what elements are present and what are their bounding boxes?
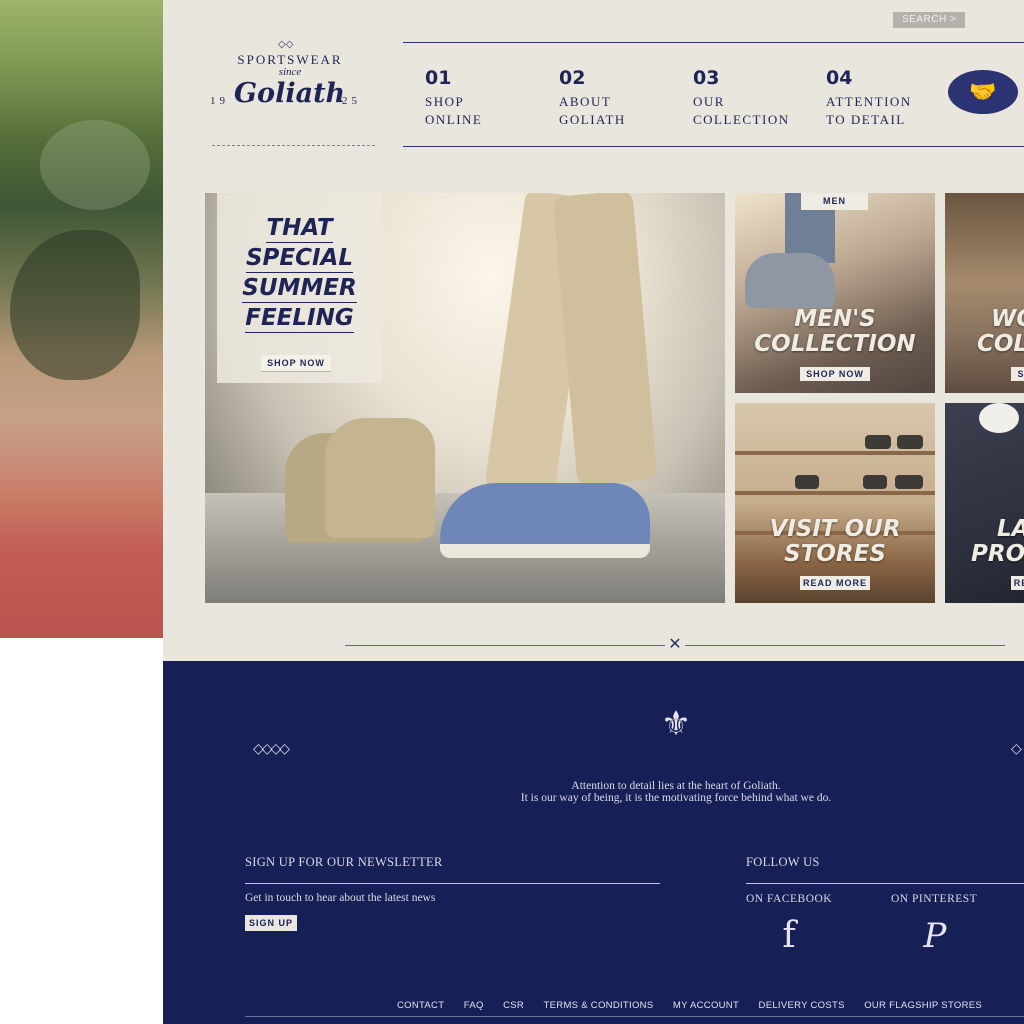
tile-visit-our-stores[interactable]: VISIT OUR STORES READ MORE (735, 403, 935, 603)
section-divider (685, 645, 1005, 646)
newsletter-text: Get in touch to hear about the latest ne… (245, 892, 436, 904)
hero-sneaker-beige (325, 418, 435, 538)
diamond-ornament-icon: ◇◇ (278, 39, 294, 50)
footer-links: CONTACT FAQ CSR TERMS & CONDITIONS MY AC… (397, 995, 997, 1013)
tile-title: LA (997, 516, 1024, 542)
footer-link-flagship-stores[interactable]: OUR FLAGSHIP STORES (864, 1000, 982, 1011)
hero-shop-now-button[interactable]: SHOP NOW (261, 355, 331, 371)
store-shelf (735, 491, 935, 495)
goliath-logo[interactable]: ◇◇ SPORTSWEAR since Goliath 19 25 (210, 40, 370, 130)
nav-item-attention-to-detail[interactable]: 04 ATTENTION TO DETAIL (826, 66, 946, 129)
sneaker-sole (440, 544, 650, 558)
sign-up-button[interactable]: SIGN UP (245, 915, 297, 931)
footer: ⚜ ◇◇◇◇ ◇ Attention to detail lies at the… (163, 661, 1024, 1024)
tile-title: WO (991, 306, 1024, 332)
nav-number: 02 (559, 67, 586, 89)
stores-read-more-button[interactable]: READ MORE (800, 576, 870, 590)
store-shoe (863, 475, 887, 489)
women-shop-now-button[interactable]: S (1011, 367, 1024, 381)
store-shoe (865, 435, 891, 449)
nav-divider-bottom (403, 146, 1024, 147)
facebook-icon[interactable]: f (775, 916, 803, 956)
nav-label: SHOP ONLINE (425, 94, 483, 127)
hero-headline: THAT SPECIAL SUMMER FEELING (217, 213, 382, 333)
footer-tagline: Attention to detail lies at the heart of… (520, 780, 832, 804)
nav-number: 03 (693, 67, 720, 89)
promo-read-more-button[interactable]: RE (1011, 576, 1024, 590)
footer-link-terms[interactable]: TERMS & CONDITIONS (544, 1000, 654, 1011)
footer-link-my-account[interactable]: MY ACCOUNT (673, 1000, 739, 1011)
store-shoe (895, 475, 923, 489)
section-divider (345, 645, 665, 646)
footer-bottom-divider (245, 1016, 1024, 1017)
hero-banner[interactable]: THAT SPECIAL SUMMER FEELING SHOP NOW (205, 193, 725, 603)
nav-label: ABOUT GOLIATH (559, 94, 626, 127)
nav-label: OUR COLLECTION (693, 94, 790, 127)
footer-link-csr[interactable]: CSR (503, 1000, 524, 1011)
diamond-ornament-icon: ◇◇◇◇ (253, 740, 290, 756)
nav-item-our-collection[interactable]: 03 OUR COLLECTION (693, 66, 813, 129)
store-shelf (735, 451, 935, 455)
logo-year-left: 19 (210, 95, 229, 107)
nav-number: 01 (425, 67, 452, 89)
tile-title: COLLECTION (754, 331, 916, 357)
follow-us-title: FOLLOW US (746, 855, 820, 869)
footer-link-delivery-costs[interactable]: DELIVERY COSTS (759, 1000, 845, 1011)
hero-headline-line: SPECIAL (245, 245, 354, 273)
pinterest-label[interactable]: ON PINTEREST (891, 893, 977, 905)
diamond-ornament-icon: ◇ (1011, 740, 1022, 756)
nav-divider-top (403, 42, 1024, 43)
tile-promotions[interactable]: LA PROM RE (945, 403, 1024, 603)
logo-year-right: 25 (342, 95, 361, 107)
tile-mens-collection[interactable]: MEN MEN'S COLLECTION SHOP NOW (735, 193, 935, 393)
hero-headline-line: SUMMER (242, 275, 357, 303)
nav-item-shop-online[interactable]: 01 SHOP ONLINE (425, 66, 545, 129)
search-button[interactable]: SEARCH > (893, 12, 965, 28)
men-shop-now-button[interactable]: SHOP NOW (800, 367, 870, 381)
tile-title: STORES (784, 541, 886, 567)
footer-link-contact[interactable]: CONTACT (397, 1000, 444, 1011)
logo-since: since (278, 66, 302, 78)
handshake-icon: 🤝 (948, 70, 1018, 114)
logo-brand: Goliath (234, 78, 346, 109)
hero-leg (552, 193, 658, 486)
tile-sneaker (745, 253, 835, 308)
goliath-sticker (979, 403, 1019, 433)
tile-title: VISIT OUR (769, 516, 901, 542)
nav-number: 04 (826, 67, 853, 89)
tile-title: COLL (977, 331, 1024, 357)
facebook-label[interactable]: ON FACEBOOK (746, 893, 832, 905)
pinterest-icon[interactable]: P (917, 916, 953, 956)
logo-divider (212, 145, 375, 146)
hero-headline-line: THAT (266, 215, 333, 243)
footer-link-faq[interactable]: FAQ (464, 1000, 484, 1011)
follow-divider (746, 883, 1024, 884)
newsletter-title: SIGN UP FOR OUR NEWSLETTER (245, 855, 443, 869)
store-shoe (897, 435, 923, 449)
page-container: SEARCH > ◇◇ SPORTSWEAR since Goliath 19 … (163, 0, 1024, 1024)
crest-icon: ⚜ (660, 705, 692, 743)
x-divider-icon: ✕ (668, 636, 682, 653)
nav-label: ATTENTION TO DETAIL (826, 94, 912, 127)
background-photo (0, 0, 163, 638)
hero-sneaker-blue (440, 483, 650, 558)
tile-title: MEN'S (794, 306, 876, 332)
hero-headline-line: FEELING (245, 305, 354, 333)
men-tag: MEN (801, 193, 868, 210)
store-shoe (795, 475, 819, 489)
tile-title: PROM (971, 541, 1024, 567)
newsletter-divider (245, 883, 660, 884)
nav-item-about-goliath[interactable]: 02 ABOUT GOLIATH (559, 66, 679, 129)
tile-womens-collection[interactable]: WO COLL S (945, 193, 1024, 393)
leaf-shape (40, 120, 150, 210)
leaf-shape (10, 230, 140, 380)
